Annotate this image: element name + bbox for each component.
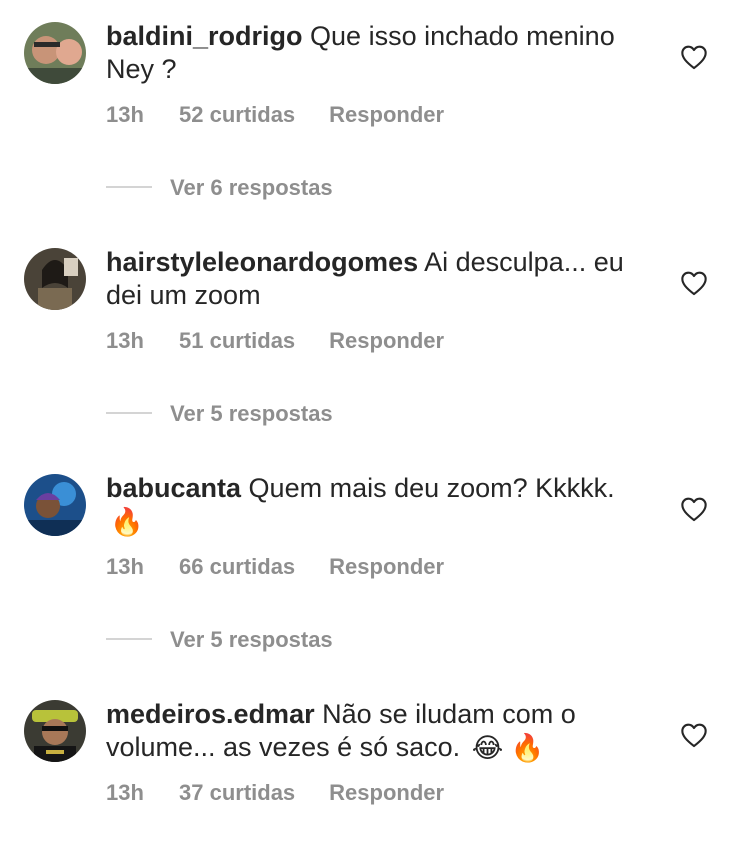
comment-username[interactable]: medeiros.edmar bbox=[106, 699, 315, 729]
heart-outline-icon[interactable] bbox=[680, 496, 708, 522]
reply-button[interactable]: Responder bbox=[329, 554, 444, 580]
replies-divider bbox=[106, 638, 152, 641]
comment-time: 13h bbox=[106, 328, 144, 353]
avatar[interactable] bbox=[24, 474, 86, 536]
reply-button[interactable]: Responder bbox=[329, 328, 444, 354]
reply-button[interactable]: Responder bbox=[329, 102, 444, 128]
comment-meta: 13h 52 curtidas Responder bbox=[106, 102, 444, 128]
view-replies-label: Ver 6 respostas bbox=[170, 175, 333, 200]
comment-body: babucanta Quem mais deu zoom? Kkkkk. 🔥 bbox=[106, 472, 626, 539]
view-replies-button[interactable]: Ver 5 respostas bbox=[106, 627, 333, 653]
heart-outline-icon[interactable] bbox=[680, 722, 708, 748]
heart-outline-icon[interactable] bbox=[680, 270, 708, 296]
comment-meta: 13h 66 curtidas Responder bbox=[106, 554, 444, 580]
view-replies-label: Ver 5 respostas bbox=[170, 401, 333, 426]
likes-count[interactable]: 37 curtidas bbox=[179, 780, 295, 806]
avatar[interactable] bbox=[24, 22, 86, 84]
comment-meta: 13h 51 curtidas Responder bbox=[106, 328, 444, 354]
replies-divider bbox=[106, 186, 152, 189]
avatar[interactable] bbox=[24, 700, 86, 762]
heart-outline-icon[interactable] bbox=[680, 44, 708, 70]
comment-time: 13h bbox=[106, 554, 144, 579]
likes-count[interactable]: 51 curtidas bbox=[179, 328, 295, 354]
likes-count[interactable]: 66 curtidas bbox=[179, 554, 295, 580]
avatar[interactable] bbox=[24, 248, 86, 310]
tears-of-joy-emoji-icon: 😂 🔥 bbox=[471, 733, 545, 764]
comment-username[interactable]: baldini_rodrigo bbox=[106, 21, 303, 51]
reply-button[interactable]: Responder bbox=[329, 780, 444, 806]
comment-body: medeiros.edmar Não se iludam com o volum… bbox=[106, 698, 626, 765]
comment-time: 13h bbox=[106, 102, 144, 127]
comment-body: baldini_rodrigo Que isso inchado menino … bbox=[106, 20, 626, 86]
comment-body: hairstyleleonardogomes Ai desculpa... eu… bbox=[106, 246, 626, 312]
comment-username[interactable]: babucanta bbox=[106, 473, 241, 503]
comment-meta: 13h 37 curtidas Responder bbox=[106, 780, 444, 806]
comment-text: Quem mais deu zoom? Kkkkk. bbox=[248, 473, 615, 503]
view-replies-button[interactable]: Ver 6 respostas bbox=[106, 175, 333, 201]
likes-count[interactable]: 52 curtidas bbox=[179, 102, 295, 128]
view-replies-button[interactable]: Ver 5 respostas bbox=[106, 401, 333, 427]
comment-username[interactable]: hairstyleleonardogomes bbox=[106, 247, 418, 277]
comment-time: 13h bbox=[106, 780, 144, 805]
view-replies-label: Ver 5 respostas bbox=[170, 627, 333, 652]
replies-divider bbox=[106, 412, 152, 415]
fire-emoji-icon: 🔥 bbox=[110, 507, 144, 538]
